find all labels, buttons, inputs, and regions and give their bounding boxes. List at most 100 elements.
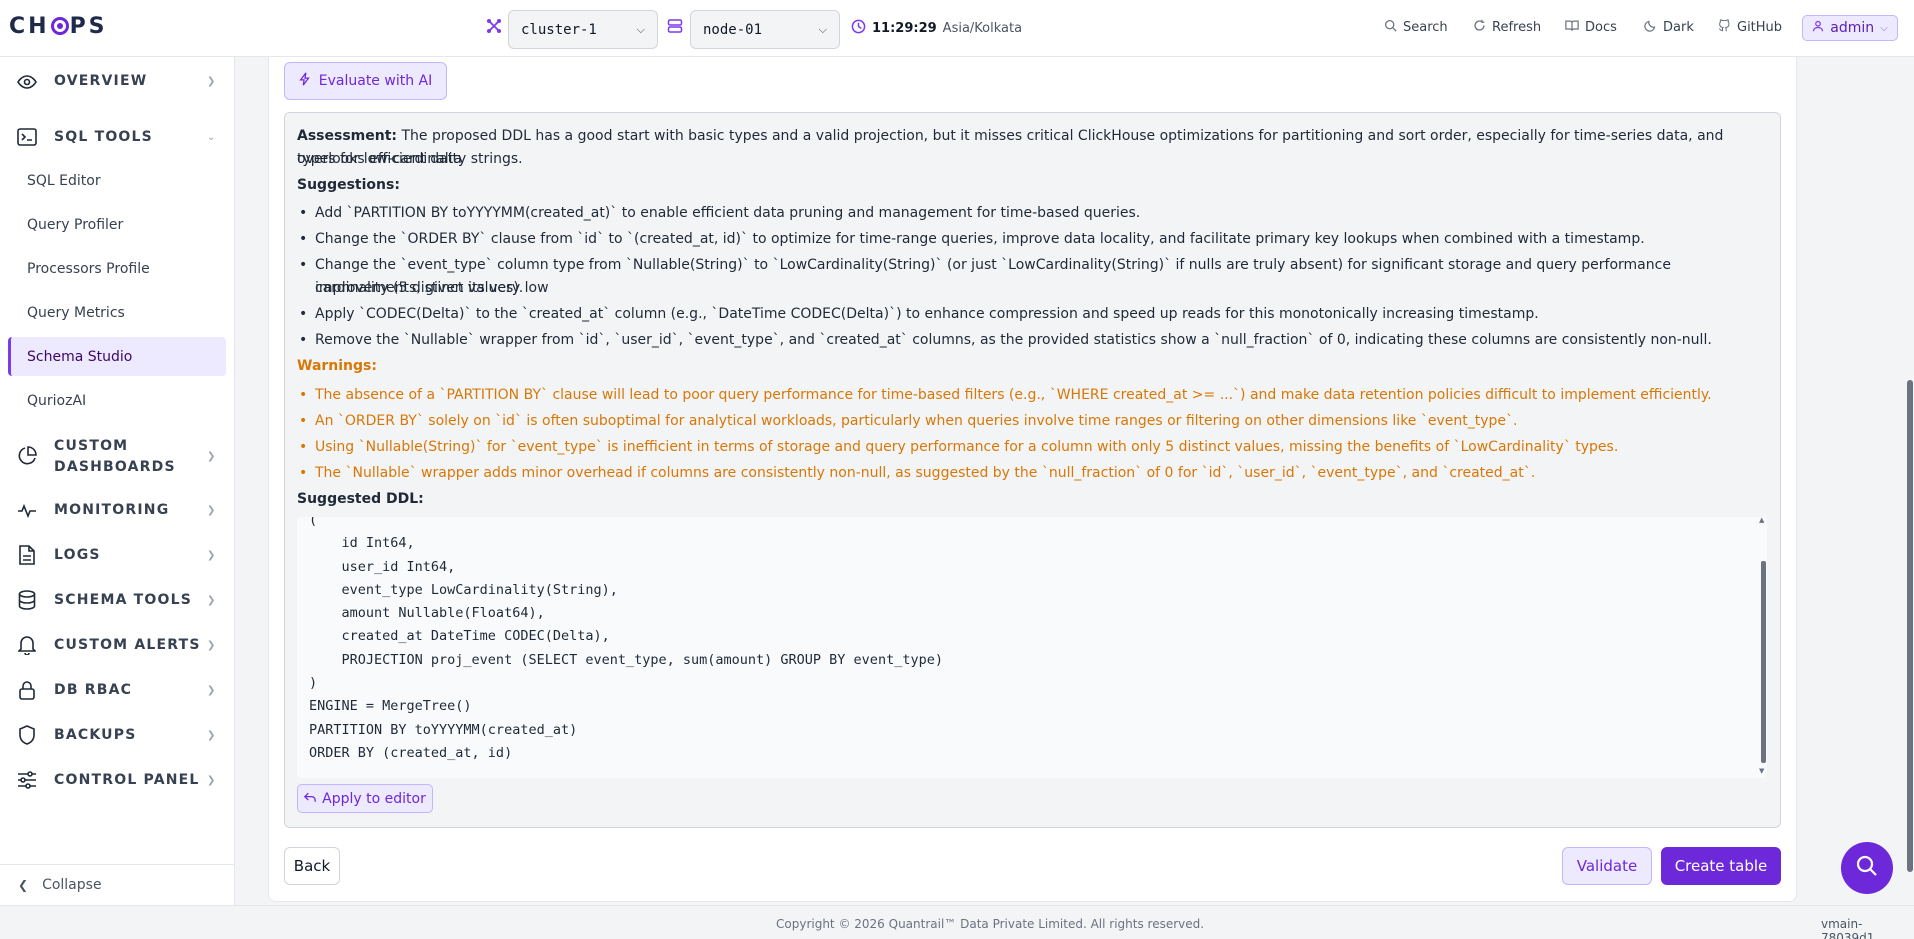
version-text: vmain-78039d1 [1821,917,1875,939]
chevron-right-icon: ❯ [207,505,216,516]
sidebar-section-label: CUSTOM DASHBOARDS [54,438,176,475]
suggested-ddl-code[interactable]: ( id Int64, user_id Int64, event_type Lo… [297,517,1767,778]
sidebar-item-schema-studio[interactable]: Schema Studio [8,337,226,376]
chevron-down-icon: ⌵ [636,22,645,36]
shield-icon [16,724,38,750]
warning-item: Using `Nullable(String)` for `event_type… [297,436,1767,459]
cluster-select[interactable]: cluster-1 ⌵ [508,10,658,49]
dark-mode-button[interactable]: Dark [1644,19,1694,36]
chevron-right-icon: ❯ [207,595,216,606]
floating-search-button[interactable] [1841,842,1893,894]
suggestions-label: Suggestions: [297,177,400,193]
server-clock: 11:29:29 Asia/Kolkata [851,19,1022,38]
cluster-icon [486,18,502,38]
sidebar-section-label: DB RBAC [54,682,133,698]
terminal-icon [16,127,38,151]
sidebar: OVERVIEW ❯ SQL TOOLS ⌄ SQL Editor Query … [0,57,235,905]
sidebar-item-sql-editor[interactable]: SQL Editor [8,161,226,200]
clock-timezone: Asia/Kolkata [942,21,1023,36]
evaluate-label: Evaluate with AI [318,73,433,89]
github-label: GitHub [1737,20,1783,35]
warning-item: An `ORDER BY` solely on `id` is often su… [297,410,1767,433]
suggestion-item: Remove the `Nullable` wrapper from `id`,… [297,329,1767,352]
sidebar-section-label: BACKUPS [54,727,137,743]
user-name: admin [1830,20,1875,36]
chevron-right-icon: ❯ [207,730,216,741]
lock-icon [16,680,38,705]
suggestion-item: Apply `CODEC(Delta)` to the `created_at`… [297,303,1767,326]
pie-chart-icon [16,445,38,471]
user-menu[interactable]: admin ⌵ [1802,15,1898,41]
clock-time: 11:29:29 [872,21,937,36]
chevron-right-icon: ❯ [207,775,216,786]
sidebar-section-label: LOGS [54,547,101,563]
code-scrollbar-thumb[interactable] [1761,561,1766,763]
cluster-select-value: cluster-1 [521,21,597,38]
refresh-button[interactable]: Refresh [1473,19,1541,36]
scroll-up-icon: ▲ [1759,516,1765,524]
evaluate-with-ai-button[interactable]: Evaluate with AI [284,62,447,100]
sidebar-collapse-button[interactable]: ❮ Collapse [0,864,235,905]
moon-icon [1644,19,1657,36]
chevron-right-icon: ❯ [207,640,216,651]
lightning-icon [299,72,311,90]
chevron-right-icon: ❯ [207,685,216,696]
server-icon [667,18,683,38]
scroll-down-icon: ▼ [1759,767,1765,775]
sidebar-section-label: SQL TOOLS [54,129,153,145]
apply-to-editor-button[interactable]: Apply to editor [297,784,433,813]
copyright-text: Copyright © 2026 Quantrail™ Data Private… [776,917,1205,931]
file-icon [16,544,38,570]
code-scrollbar[interactable]: ▲ ▼ [1759,516,1767,775]
sidebar-item-query-profiler[interactable]: Query Profiler [8,205,226,244]
book-icon [1565,19,1579,36]
apply-label: Apply to editor [322,790,426,807]
suggestion-item-continued: cardinality (5 distinct values). [315,280,524,296]
chevron-right-icon: ❯ [207,451,216,462]
github-icon [1718,19,1731,36]
sidebar-item-processors-profile[interactable]: Processors Profile [8,249,226,288]
refresh-icon [1473,19,1486,36]
sidebar-section-label: OVERVIEW [54,73,148,89]
sidebar-section-label: CUSTOM ALERTS [54,637,201,653]
create-table-button[interactable]: Create table [1661,847,1781,885]
chevron-down-icon: ⌵ [1880,22,1888,34]
refresh-label: Refresh [1492,20,1542,35]
chops-logo[interactable]: CH PS [9,14,108,39]
chevron-right-icon: ❯ [207,550,216,561]
chevron-right-icon: ❯ [207,76,216,87]
chevron-down-icon: ⌄ [207,132,216,143]
sidebar-section-label: MONITORING [54,502,170,518]
activity-icon [16,502,38,523]
search-button[interactable]: Search [1384,19,1448,36]
sidebar-section-label: CONTROL PANEL [54,772,200,788]
user-icon [1812,20,1824,36]
chevron-left-icon: ❮ [18,878,29,892]
warning-item: The absence of a `PARTITION BY` clause w… [297,384,1767,407]
top-header: CH PS cluster-1 ⌵ node-01 ⌵ 11:29:29 Asia… [0,0,1914,57]
assessment-label: Assessment: [297,128,398,144]
validate-button[interactable]: Validate [1562,847,1652,885]
node-select-value: node-01 [703,21,763,38]
github-button[interactable]: GitHub [1718,19,1782,36]
ddl-code-text: ( id Int64, user_id Int64, event_type Lo… [309,517,943,761]
assessment-text-continued: types for low-cardinality strings. [297,151,523,167]
dark-mode-label: Dark [1663,20,1694,35]
undo-arrow-icon [304,791,316,807]
clock-icon [851,19,866,38]
sidebar-item-query-metrics[interactable]: Query Metrics [8,293,226,332]
suggestion-item: Change the `ORDER BY` clause from `id` t… [297,228,1767,251]
page-scrollbar-thumb[interactable] [1907,380,1913,872]
eye-icon [16,73,38,94]
warnings-label: Warnings: [297,358,377,374]
sidebar-item-qurioz-ai[interactable]: QuriozAI [8,381,226,420]
search-icon [1384,19,1397,36]
search-icon [1855,854,1879,882]
back-button[interactable]: Back [284,847,340,885]
docs-button[interactable]: Docs [1565,19,1617,36]
docs-label: Docs [1585,20,1617,35]
collapse-label: Collapse [42,877,102,893]
search-label: Search [1403,20,1448,35]
suggestion-item: Add `PARTITION BY toYYYYMM(created_at)` … [297,202,1767,225]
node-select[interactable]: node-01 ⌵ [690,10,840,49]
